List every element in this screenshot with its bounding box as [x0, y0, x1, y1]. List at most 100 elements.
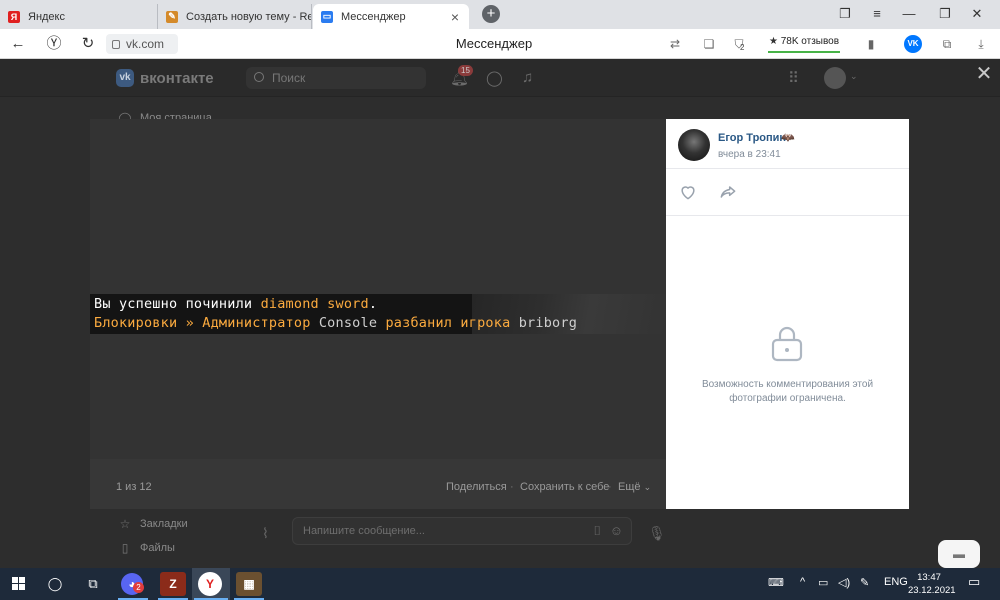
avatar[interactable]: [824, 67, 846, 89]
attach-icon[interactable]: ⌇: [262, 525, 269, 542]
star-icon: ☆: [119, 517, 131, 531]
sidebar-item-label: Закладки: [140, 518, 188, 530]
chat-item-name: diamond sword: [260, 296, 369, 312]
sidebar-item-label: Файлы: [140, 542, 175, 554]
vk-search-input[interactable]: Поиск: [246, 67, 426, 89]
lock-icon: [112, 39, 120, 49]
vk-logo[interactable]: vk вконтакте: [116, 69, 214, 87]
close-tab-icon[interactable]: ×: [447, 9, 463, 25]
volume-icon[interactable]: ◁): [838, 576, 850, 589]
forum-icon: ✎: [166, 10, 178, 23]
close-window-icon[interactable]: ✕: [964, 4, 990, 24]
new-tab-button[interactable]: +: [482, 5, 500, 23]
author-emoji: 🦇: [781, 132, 795, 144]
chat-icon[interactable]: ◯: [486, 69, 503, 87]
sidebar-item-files[interactable]: ▯ Файлы: [118, 541, 175, 555]
photo-image[interactable]: [90, 119, 666, 459]
protect-badge: 2: [740, 43, 745, 52]
reviews-label: 78K отзывов: [780, 36, 840, 47]
photo-viewer: Вы успешно починили diamond sword. Блоки…: [90, 119, 666, 509]
search-icon[interactable]: ◯: [40, 572, 70, 596]
chevron-up-icon[interactable]: ^: [800, 576, 805, 588]
extensions-icon[interactable]: ⧉: [938, 35, 956, 53]
clock-date: 23.12.2021: [908, 585, 956, 596]
vk-logo-icon: vk: [116, 69, 134, 87]
collections-icon[interactable]: ❏: [700, 35, 718, 53]
yandex-home-icon[interactable]: Ⓨ: [44, 34, 64, 54]
music-icon[interactable]: ♫: [522, 69, 533, 86]
task-view-icon[interactable]: ⧉: [78, 572, 108, 596]
download-icon[interactable]: ⤓: [972, 35, 990, 53]
tab-forum[interactable]: ✎ Создать новую тему - Rea: [158, 4, 312, 29]
camera-icon[interactable]: ⌷: [593, 518, 601, 544]
url-text: vk.com: [126, 37, 165, 51]
chevron-down-icon[interactable]: ⌄: [850, 71, 858, 82]
chat-text: .: [368, 296, 378, 312]
chat-text: разбанил игрока: [385, 315, 519, 331]
reviews-link[interactable]: ★ 78K отзывов: [768, 35, 840, 53]
tab-messenger[interactable]: ▭ Мессенджер ×: [313, 4, 469, 29]
language-indicator[interactable]: ENG: [884, 576, 908, 588]
photo-footer: 1 из 12 Поделиться · Сохранить к себе · …: [90, 475, 666, 499]
menu-icon[interactable]: ≡: [864, 4, 890, 24]
photo-info-panel: Егор Тропин 🦇 вчера в 23:41 Возможность …: [666, 119, 909, 509]
protect-icon[interactable]: ⛉: [730, 35, 748, 53]
windows-start-icon[interactable]: [12, 577, 26, 591]
file-icon: ▯: [121, 541, 129, 555]
close-viewer-icon[interactable]: ✕: [974, 64, 994, 84]
save-button[interactable]: Сохранить к себе: [520, 481, 609, 493]
chat-player-name: briborg: [518, 315, 578, 331]
vk-logo-text: вконтакте: [140, 69, 214, 87]
chat-bubble-button[interactable]: ▬: [938, 540, 980, 568]
chat-text: Блокировки » Администратор: [94, 315, 319, 331]
share-button[interactable]: Поделиться: [446, 481, 507, 493]
notifications-icon[interactable]: ▭: [968, 574, 980, 590]
author-avatar[interactable]: [678, 129, 710, 161]
url-field[interactable]: vk.com: [106, 34, 178, 54]
network-icon[interactable]: ▭: [818, 576, 828, 589]
more-button[interactable]: Ещё ⌄: [618, 481, 651, 493]
star-icon: ★: [768, 36, 778, 47]
tab-yandex[interactable]: Я Яндекс: [0, 4, 158, 29]
comments-restricted-text: Возможность комментирования этой фотогра…: [701, 379, 874, 404]
apps-grid-icon[interactable]: ⠿: [788, 69, 799, 87]
search-placeholder: Поиск: [272, 71, 306, 85]
post-time[interactable]: вчера в 23:41: [718, 149, 781, 160]
message-input[interactable]: Напишите сообщение... ⌷ ☺: [292, 517, 632, 545]
tabs-manager-icon[interactable]: ❐: [832, 4, 858, 24]
vk-extension-icon[interactable]: VK: [904, 35, 922, 53]
minecraft-icon[interactable]: ▦: [236, 572, 262, 596]
clock[interactable]: 13:47 23.12.2021: [908, 571, 956, 597]
yandex-browser-icon[interactable]: Y: [198, 572, 222, 596]
chat-text: Вы успешно починили: [94, 296, 261, 312]
chat-line-repaired: Вы успешно починили diamond sword.: [94, 296, 377, 312]
messenger-icon: ▭: [321, 10, 333, 23]
restore-icon[interactable]: ❐: [932, 4, 958, 24]
vk-header: vk вконтакте Поиск 🔔︎ 15 ◯ ♫ ⠿ ⌄: [0, 59, 1000, 97]
separator: ·: [510, 481, 514, 493]
bookmark-icon[interactable]: ▮: [862, 35, 880, 53]
share-icon[interactable]: [718, 182, 738, 202]
sidebar-item-bookmarks[interactable]: ☆ Закладки: [118, 517, 188, 531]
back-icon[interactable]: ←: [8, 34, 28, 54]
message-placeholder: Напишите сообщение...: [303, 525, 425, 537]
address-bar: ← Ⓨ ↻ vk.com Мессенджер ⇄ ❏ ⛉ 2 ★ 78K от…: [0, 29, 1000, 59]
game-launcher-icon[interactable]: Z: [160, 572, 186, 596]
heart-icon[interactable]: [678, 182, 698, 202]
translate-icon[interactable]: ⇄: [666, 35, 684, 53]
chevron-down-icon: ⌄: [643, 482, 652, 492]
pen-icon[interactable]: ✎: [860, 576, 869, 589]
microphone-icon[interactable]: 🎙︎: [648, 525, 666, 542]
minimize-icon[interactable]: —: [896, 4, 922, 24]
tab-title: Создать новую тему - Rea: [186, 10, 311, 23]
windows-taskbar: ◯ ⧉ ◕ 2 Z Y ▦ ⌨ ^ ▭ ◁) ✎ ENG 13:47 23.12…: [0, 568, 1000, 600]
author-name[interactable]: Егор Тропин: [718, 132, 786, 144]
emoji-icon[interactable]: ☺: [610, 518, 623, 544]
action-row: [666, 170, 909, 216]
discord-badge: 2: [133, 582, 144, 593]
author-row: Егор Тропин 🦇 вчера в 23:41: [666, 119, 909, 169]
notifications-badge: 15: [458, 65, 473, 76]
page-title: Мессенджер: [455, 36, 533, 51]
keyboard-icon[interactable]: ⌨: [768, 576, 784, 589]
reload-icon[interactable]: ↻: [78, 34, 98, 54]
